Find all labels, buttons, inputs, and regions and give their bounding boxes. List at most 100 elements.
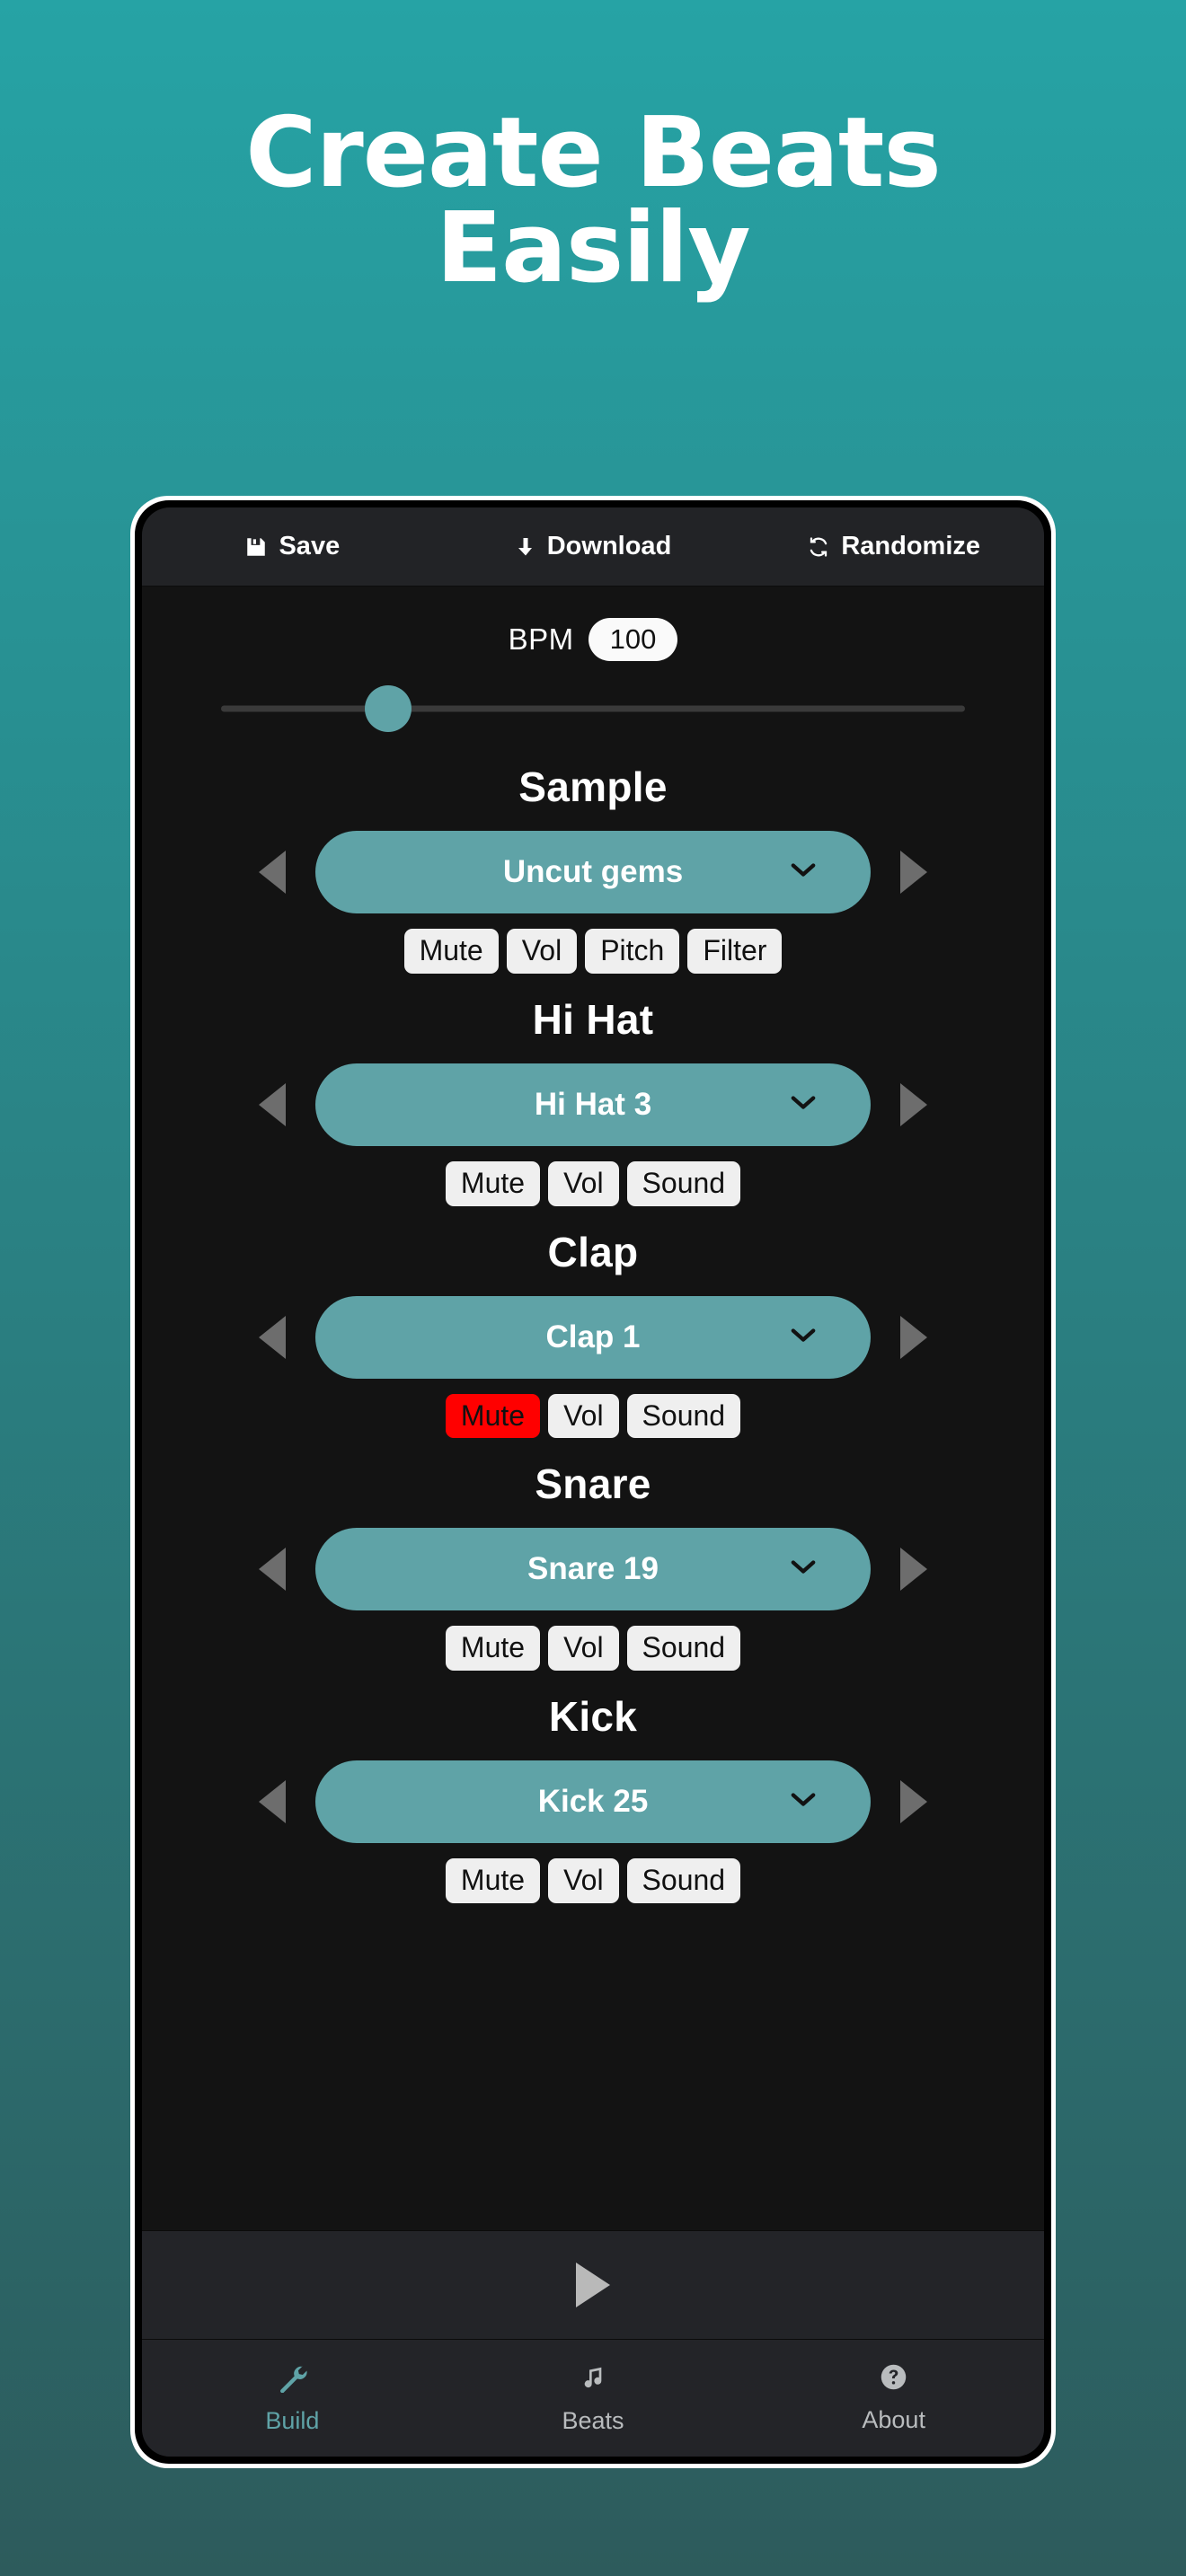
download-button[interactable]: Download <box>443 532 744 561</box>
triangle-left-icon <box>259 1315 286 1359</box>
hihat-dropdown-value: Hi Hat 3 <box>534 1086 652 1122</box>
chip-row-sample: Mute Vol Pitch Filter <box>142 929 1044 974</box>
snare-sound-button[interactable]: Sound <box>626 1626 741 1671</box>
section-title-kick: Kick <box>548 1693 638 1740</box>
section-sample: Sample Uncut gems Mute Vol Pitch Filter <box>142 763 1044 974</box>
chevron-down-icon <box>790 1327 817 1348</box>
kick-dropdown-value: Kick 25 <box>537 1784 649 1819</box>
triangle-right-icon <box>900 1315 927 1359</box>
hihat-sound-button[interactable]: Sound <box>626 1160 741 1206</box>
randomize-label: Randomize <box>841 532 981 560</box>
clap-sound-button[interactable]: Sound <box>626 1393 741 1439</box>
bpm-slider-thumb[interactable] <box>365 685 412 732</box>
hihat-mute-button[interactable]: Mute <box>445 1160 541 1206</box>
save-button[interactable]: Save <box>142 532 443 561</box>
clap-vol-button[interactable]: Vol <box>548 1393 619 1439</box>
next-kick-button[interactable] <box>871 1763 957 1840</box>
chevron-down-icon <box>790 1558 817 1580</box>
selector-row-kick: Kick 25 <box>142 1760 1044 1843</box>
kick-sound-button[interactable]: Sound <box>626 1858 741 1903</box>
bottom-navigation: Build Beats About <box>142 2340 1044 2457</box>
selector-row-snare: Snare 19 <box>142 1528 1044 1611</box>
sample-mute-button[interactable]: Mute <box>403 929 499 974</box>
kick-vol-button[interactable]: Vol <box>548 1858 619 1903</box>
kick-dropdown[interactable]: Kick 25 <box>315 1760 871 1843</box>
chevron-down-icon <box>790 861 817 883</box>
next-sample-button[interactable] <box>871 834 957 911</box>
prev-hihat-button[interactable] <box>229 1066 315 1143</box>
next-clap-button[interactable] <box>871 1299 957 1376</box>
download-label: Download <box>546 532 672 560</box>
floppy-disk-icon <box>244 535 268 559</box>
sample-dropdown[interactable]: Uncut gems <box>315 831 871 913</box>
clap-dropdown[interactable]: Clap 1 <box>315 1295 871 1379</box>
app-toolbar: Save Download Randomize <box>142 507 1044 587</box>
prev-snare-button[interactable] <box>229 1531 315 1608</box>
snare-dropdown[interactable]: Snare 19 <box>315 1528 871 1611</box>
prev-sample-button[interactable] <box>229 834 315 911</box>
triangle-right-icon <box>900 1780 927 1823</box>
phone-screen: Save Download Randomize BPM 100 Sample U… <box>142 507 1044 2457</box>
chip-row-kick: Mute Vol Sound <box>142 1858 1044 1903</box>
randomize-button[interactable]: Randomize <box>743 532 1044 561</box>
selector-row-sample: Uncut gems <box>142 831 1044 913</box>
bpm-row: BPM 100 <box>142 610 1044 669</box>
sample-filter-button[interactable]: Filter <box>687 929 783 974</box>
selector-row-hihat: Hi Hat 3 <box>142 1063 1044 1146</box>
transport-bar <box>142 2230 1044 2340</box>
triangle-right-icon <box>900 1082 927 1126</box>
section-title-sample: Sample <box>518 763 668 810</box>
triangle-left-icon <box>259 851 286 894</box>
wrench-icon <box>277 2362 307 2397</box>
snare-mute-button[interactable]: Mute <box>445 1626 541 1671</box>
bpm-label: BPM <box>508 622 574 656</box>
section-snare: Snare Snare 19 Mute Vol Sound <box>142 1460 1044 1671</box>
nav-label-beats: Beats <box>562 2406 624 2434</box>
next-snare-button[interactable] <box>871 1531 957 1608</box>
snare-dropdown-value: Snare 19 <box>527 1551 659 1587</box>
section-clap: Clap Clap 1 Mute Vol Sound <box>142 1228 1044 1439</box>
hihat-vol-button[interactable]: Vol <box>548 1160 619 1206</box>
kick-mute-button[interactable]: Mute <box>445 1858 541 1903</box>
section-title-snare: Snare <box>535 1460 651 1508</box>
triangle-left-icon <box>259 1780 286 1823</box>
question-circle-icon <box>879 2362 908 2396</box>
section-kick: Kick Kick 25 Mute Vol Sound <box>142 1692 1044 1903</box>
sample-vol-button[interactable]: Vol <box>506 929 578 974</box>
triangle-left-icon <box>259 1082 286 1126</box>
chip-row-hihat: Mute Vol Sound <box>142 1160 1044 1206</box>
prev-kick-button[interactable] <box>229 1763 315 1840</box>
bpm-slider[interactable] <box>221 676 965 741</box>
bpm-value[interactable]: 100 <box>588 617 678 662</box>
clap-mute-button[interactable]: Mute <box>445 1393 541 1439</box>
sample-pitch-button[interactable]: Pitch <box>585 929 680 974</box>
nav-item-beats[interactable]: Beats <box>443 2362 744 2435</box>
chevron-down-icon <box>790 1094 817 1116</box>
triangle-left-icon <box>259 1548 286 1592</box>
phone-mockup: Save Download Randomize BPM 100 Sample U… <box>130 496 1056 2468</box>
nav-item-build[interactable]: Build <box>142 2362 443 2435</box>
section-title-clap: Clap <box>547 1228 639 1275</box>
triangle-right-icon <box>900 851 927 894</box>
selector-row-clap: Clap 1 <box>142 1295 1044 1379</box>
prev-clap-button[interactable] <box>229 1299 315 1376</box>
clap-dropdown-value: Clap 1 <box>545 1319 641 1354</box>
sample-dropdown-value: Uncut gems <box>502 854 684 889</box>
section-hihat: Hi Hat Hi Hat 3 Mute Vol Sound <box>142 995 1044 1206</box>
page-title: Create Beats Easily <box>0 105 1186 304</box>
nav-label-about: About <box>862 2406 925 2433</box>
hihat-dropdown[interactable]: Hi Hat 3 <box>315 1063 871 1146</box>
page-title-line-2: Easily <box>436 191 750 304</box>
nav-item-about[interactable]: About <box>743 2362 1044 2434</box>
triangle-right-icon <box>900 1548 927 1592</box>
chevron-down-icon <box>790 1791 817 1813</box>
nav-label-build: Build <box>265 2406 320 2434</box>
play-triangle-icon[interactable] <box>576 2263 610 2307</box>
music-note-icon <box>579 2362 607 2397</box>
chip-row-clap: Mute Vol Sound <box>142 1393 1044 1439</box>
bpm-slider-track[interactable] <box>221 705 965 712</box>
phone-bezel: Save Download Randomize BPM 100 Sample U… <box>135 500 1051 2464</box>
snare-vol-button[interactable]: Vol <box>548 1626 619 1671</box>
shuffle-refresh-icon <box>807 535 830 559</box>
next-hihat-button[interactable] <box>871 1066 957 1143</box>
